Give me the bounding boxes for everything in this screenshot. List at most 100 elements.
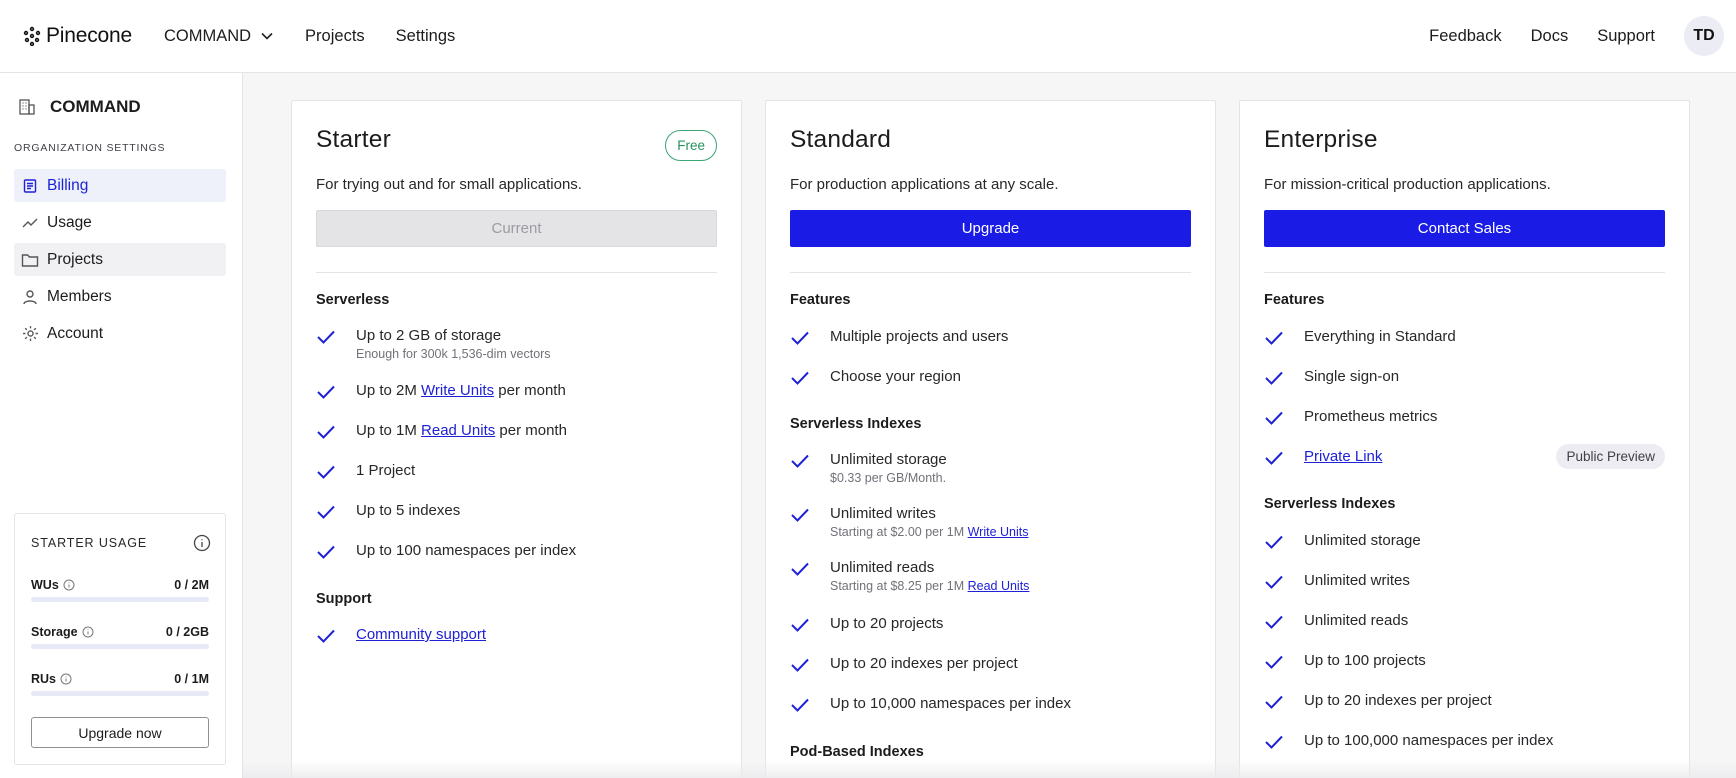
gear-icon [13,325,47,342]
usage-value: 0 / 1M [174,672,209,686]
public-preview-badge: Public Preview [1556,444,1665,469]
info-icon[interactable] [193,534,211,552]
feature-item: Multiple projects and users [790,328,1191,353]
info-icon[interactable] [60,673,72,685]
feature-subtext: Starting at $2.00 per 1M [830,525,968,539]
check-icon [790,505,830,530]
check-icon [316,542,356,567]
feature-item: Up to 20 projects [790,615,1191,640]
check-icon [1264,448,1304,473]
sidebar-item-usage[interactable]: Usage [14,206,226,239]
feature-item: Up to 100,000 namespaces per index [1264,732,1665,757]
plan-title: Standard [790,126,892,153]
usage-card-title: STARTER USAGE [31,536,148,550]
sidebar-org-name: COMMAND [50,97,141,116]
feature-item: Up to 100 projects [1264,652,1665,677]
divider [316,272,717,273]
check-icon [316,422,356,447]
sidebar-item-billing[interactable]: Billing [14,169,226,202]
feature-text: Up to 100 namespaces per index [356,542,577,559]
check-icon [790,615,830,640]
feature-item: Everything in Standard [1264,328,1665,353]
usage-label: WUs [31,578,59,592]
pinecone-logo[interactable]: Pinecone [22,24,132,48]
usage-progress-bar [31,597,209,602]
sidebar: COMMAND ORGANIZATION SETTINGS Billing Us… [0,73,243,778]
docs-link[interactable]: Docs [1531,27,1569,46]
feature-item: 1 Project [316,462,717,487]
info-icon[interactable] [82,626,94,638]
sidebar-org: COMMAND [18,97,141,117]
sidebar-item-label: Usage [47,213,92,231]
usage-row-storage: Storage 0 / 2GB [31,625,209,649]
feature-item: Up to 20 indexes per project [790,655,1191,680]
contact-sales-button[interactable]: Contact Sales [1264,210,1665,247]
feature-text: Up to 1M [356,422,422,439]
sidebar-item-label: Account [47,324,104,342]
feature-subtext: Starting at $8.25 per 1M [830,579,968,593]
section-heading: Support [316,591,372,607]
nav-settings[interactable]: Settings [396,27,456,46]
usage-progress-bar [31,644,209,649]
feature-item: Up to 5 indexes [316,502,717,527]
feature-item: Unlimited storage $0.33 per GB/Month. [790,451,1191,485]
write-units-link[interactable]: Write Units [421,382,494,399]
avatar[interactable]: TD [1684,16,1724,56]
check-icon [1264,408,1304,433]
sidebar-item-account[interactable]: Account [14,317,226,350]
usage-progress-bar [31,691,209,696]
sidebar-item-projects[interactable]: Projects [14,243,226,276]
plan-title: Enterprise [1264,126,1378,153]
usage-value: 0 / 2M [174,578,209,592]
feature-item: Prometheus metrics [1264,408,1665,433]
feature-text: Up to 5 indexes [356,502,461,519]
read-units-link[interactable]: Read Units [968,579,1030,593]
nav-projects[interactable]: Projects [305,27,365,46]
info-icon[interactable] [63,579,75,591]
feature-text: Multiple projects and users [830,328,1009,345]
feature-text: Prometheus metrics [1304,408,1438,425]
feature-text: Unlimited reads [830,559,935,576]
plan-card-starter: Free Starter For trying out and for smal… [291,100,742,778]
trend-line-icon [13,215,47,231]
plan-card-enterprise: Enterprise For mission-critical producti… [1239,100,1690,778]
upgrade-button[interactable]: Upgrade [790,210,1191,247]
community-support-link[interactable]: Community support [356,626,486,643]
check-icon [1264,732,1304,757]
plan-description: For production applications at any scale… [790,176,1059,193]
org-switcher[interactable]: COMMAND [164,27,273,46]
feature-text: Unlimited writes [830,505,936,522]
feature-item: Up to 100 namespaces per index [316,542,717,567]
read-units-link[interactable]: Read Units [421,422,495,439]
usage-row-rus: RUs 0 / 1M [31,672,209,696]
feature-text-suffix: per month [495,422,567,439]
current-plan-button[interactable]: Current [316,210,717,247]
private-link-link[interactable]: Private Link [1304,448,1382,465]
check-icon [316,502,356,527]
feature-item: Unlimited reads Starting at $8.25 per 1M… [790,559,1191,593]
write-units-link[interactable]: Write Units [968,525,1029,539]
feature-text: Single sign-on [1304,368,1400,385]
section-heading: Serverless Indexes [790,416,922,432]
check-icon [790,655,830,680]
org-switcher-label: COMMAND [163,26,252,45]
support-link[interactable]: Support [1597,27,1655,46]
check-icon [316,462,356,487]
check-icon [1264,572,1304,597]
brand-name: Pinecone [46,24,132,47]
section-heading: Features [790,292,851,308]
feature-text: Up to 20 indexes per project [1304,692,1492,709]
feature-item: Unlimited writes [1264,572,1665,597]
plan-card-standard: Standard For production applications at … [765,100,1216,778]
plan-title: Starter [316,126,391,153]
feedback-link[interactable]: Feedback [1429,27,1501,46]
feature-item: Choose your region [790,368,1191,393]
chevron-down-icon [261,32,273,40]
upgrade-now-button[interactable]: Upgrade now [31,717,209,748]
feature-text: Unlimited storage [1304,532,1421,549]
sidebar-item-members[interactable]: Members [14,280,226,313]
check-icon [790,695,830,720]
feature-text: Up to 20 projects [830,615,944,632]
feature-text: Unlimited writes [1304,572,1410,589]
check-icon [790,559,830,584]
